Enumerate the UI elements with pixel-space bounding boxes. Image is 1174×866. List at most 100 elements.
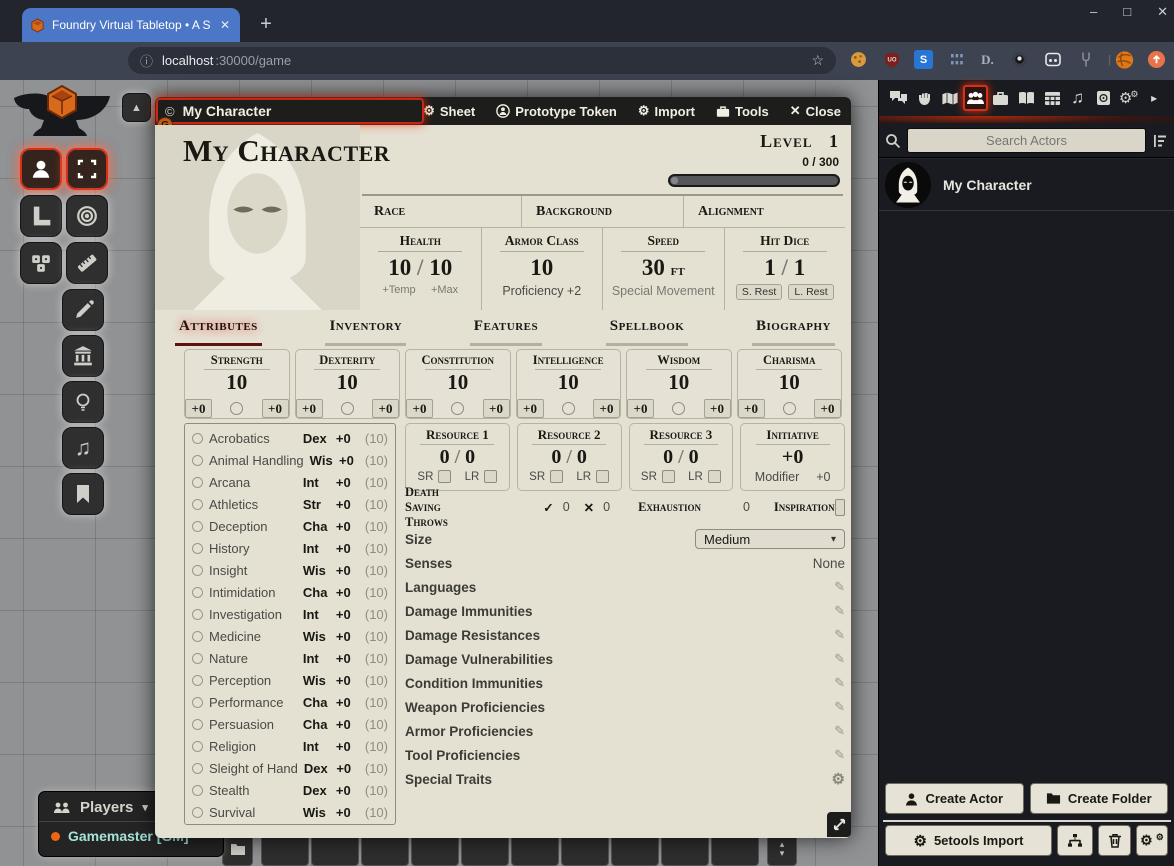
ability-mod[interactable]: +0 xyxy=(185,399,212,418)
skill-row[interactable]: HistoryInt+0(10) xyxy=(192,537,388,559)
save-proficiency-toggle[interactable] xyxy=(562,402,575,415)
edit-icon[interactable]: ✎ xyxy=(834,699,845,715)
resource-value[interactable]: 0 xyxy=(440,446,450,468)
skill-row[interactable]: AcrobaticsDex+0(10) xyxy=(192,427,388,449)
skill-proficiency-toggle[interactable] xyxy=(192,719,203,730)
ublock-extension-icon[interactable]: UO xyxy=(882,50,901,69)
skill-row[interactable]: ReligionInt+0(10) xyxy=(192,735,388,757)
skill-row[interactable]: PerformanceCha+0(10) xyxy=(192,691,388,713)
sheet-config-button[interactable]: ⚙Sheet xyxy=(423,103,475,119)
inspiration-checkbox[interactable] xyxy=(835,499,845,516)
hd-max[interactable]: 1 xyxy=(794,255,806,280)
tools-button[interactable]: Tools xyxy=(716,104,769,119)
cookie-extension-icon[interactable] xyxy=(849,50,868,69)
tab-compendium[interactable] xyxy=(1090,85,1116,111)
ability-mod[interactable]: +0 xyxy=(296,399,323,418)
sr-checkbox[interactable] xyxy=(550,470,563,483)
hotbar-page-down-icon[interactable]: ▾ xyxy=(780,849,785,858)
actor-list-item[interactable]: My Character xyxy=(879,158,1174,211)
search-actors-input[interactable] xyxy=(907,128,1146,153)
ac-value[interactable]: 10 xyxy=(482,255,603,281)
lr-checkbox[interactable] xyxy=(484,470,497,483)
skill-row[interactable]: StealthDex+0(10) xyxy=(192,779,388,801)
window-minimize-button[interactable]: – xyxy=(1090,4,1097,20)
lr-checkbox[interactable] xyxy=(596,470,609,483)
skill-proficiency-toggle[interactable] xyxy=(192,763,203,774)
trait-special[interactable]: Special Traits⚙ xyxy=(405,767,845,791)
skill-row[interactable]: NatureInt+0(10) xyxy=(192,647,388,669)
site-info-icon[interactable]: ⓘ xyxy=(140,51,153,70)
ability-save[interactable]: +0 xyxy=(372,399,399,418)
death-success-count[interactable]: 0 xyxy=(563,500,570,514)
skill-row[interactable]: DeceptionCha+0(10) xyxy=(192,515,388,537)
ability-mod[interactable]: +0 xyxy=(406,399,433,418)
save-proficiency-toggle[interactable] xyxy=(451,402,464,415)
edit-icon[interactable]: ✎ xyxy=(834,651,845,667)
trait-weapon-proficiencies[interactable]: Weapon Proficiencies✎ xyxy=(405,695,845,719)
save-proficiency-toggle[interactable] xyxy=(341,402,354,415)
initiative-value[interactable]: +0 xyxy=(741,446,844,468)
walls-tool-button[interactable] xyxy=(62,335,104,377)
sr-checkbox[interactable] xyxy=(438,470,451,483)
prototype-token-button[interactable]: Prototype Token xyxy=(496,104,617,119)
measure-tool-button[interactable] xyxy=(66,242,108,284)
character-name[interactable]: My Character xyxy=(183,133,390,169)
skill-proficiency-toggle[interactable] xyxy=(192,521,203,532)
short-rest-button[interactable]: S. Rest xyxy=(736,284,782,300)
resource-value[interactable]: 0 xyxy=(663,446,673,468)
tab-spellbook[interactable]: Spellbook xyxy=(606,316,689,346)
hp-tempmax-field[interactable]: +Max xyxy=(431,284,458,296)
target-tool-button[interactable] xyxy=(66,195,108,237)
window-resize-handle[interactable] xyxy=(827,812,851,837)
skill-proficiency-toggle[interactable] xyxy=(192,653,203,664)
sr-checkbox[interactable] xyxy=(662,470,675,483)
hp-max[interactable]: 10 xyxy=(429,255,452,280)
ability-score[interactable]: 10 xyxy=(627,370,731,394)
skill-proficiency-toggle[interactable] xyxy=(192,587,203,598)
tab-chat[interactable] xyxy=(886,85,912,111)
skill-row[interactable]: PersuasionCha+0(10) xyxy=(192,713,388,735)
tab-items[interactable] xyxy=(988,85,1014,111)
trait-damage-vulnerabilities[interactable]: Damage Vulnerabilities✎ xyxy=(405,647,845,671)
drawing-tool-button[interactable] xyxy=(62,289,104,331)
trait-condition-immunities[interactable]: Condition Immunities✎ xyxy=(405,671,845,695)
special-traits-gear-icon[interactable]: ⚙ xyxy=(832,770,845,788)
profile-avatar[interactable] xyxy=(1115,50,1134,69)
exhaustion-value[interactable]: 0 xyxy=(743,500,750,514)
skill-row[interactable]: Animal HandlingWis+0(10) xyxy=(192,449,388,471)
sheet-window-header[interactable]: © My Character ⚙Sheet Prototype Token ⚙I… xyxy=(155,97,851,125)
select-targets-tool-button[interactable] xyxy=(66,148,108,190)
d-extension-icon[interactable]: D. xyxy=(978,50,997,69)
edit-icon[interactable]: ✎ xyxy=(834,627,845,643)
new-tab-button[interactable]: + xyxy=(252,10,280,38)
ability-mod[interactable]: +0 xyxy=(517,399,544,418)
tab-inventory[interactable]: Inventory xyxy=(325,316,406,346)
resource-max[interactable]: 0 xyxy=(465,446,475,468)
skill-proficiency-toggle[interactable] xyxy=(192,675,203,686)
fivetools-import-button[interactable]: ⚙ 5etools Import xyxy=(885,825,1052,856)
long-rest-button[interactable]: L. Rest xyxy=(788,284,833,300)
skill-row[interactable]: MedicineWis+0(10) xyxy=(192,625,388,647)
tab-combat[interactable] xyxy=(912,85,938,111)
tab-features[interactable]: Features xyxy=(470,316,542,346)
tab-actors[interactable] xyxy=(963,85,989,111)
skill-row[interactable]: IntimidationCha+0(10) xyxy=(192,581,388,603)
resource-max[interactable]: 0 xyxy=(689,446,699,468)
skill-proficiency-toggle[interactable] xyxy=(192,455,203,466)
skill-proficiency-toggle[interactable] xyxy=(192,631,203,642)
ability-save[interactable]: +0 xyxy=(262,399,289,418)
s-extension-icon[interactable]: S xyxy=(914,50,933,69)
save-proficiency-toggle[interactable] xyxy=(230,402,243,415)
ability-save[interactable]: +0 xyxy=(483,399,510,418)
ability-save[interactable]: +0 xyxy=(814,399,841,418)
ability-mod[interactable]: +0 xyxy=(738,399,765,418)
lr-checkbox[interactable] xyxy=(708,470,721,483)
grid-extension-icon[interactable] xyxy=(947,50,966,69)
trait-tool-proficiencies[interactable]: Tool Proficiencies✎ xyxy=(405,743,845,767)
death-failure-icon[interactable]: ✕ xyxy=(584,500,594,515)
skill-row[interactable]: InsightWis+0(10) xyxy=(192,559,388,581)
skill-row[interactable]: ArcanaInt+0(10) xyxy=(192,471,388,493)
window-close-button[interactable]: ✕ xyxy=(1157,4,1168,20)
speed-value[interactable]: 30 xyxy=(642,255,665,280)
create-actor-button[interactable]: Create Actor xyxy=(885,783,1024,814)
